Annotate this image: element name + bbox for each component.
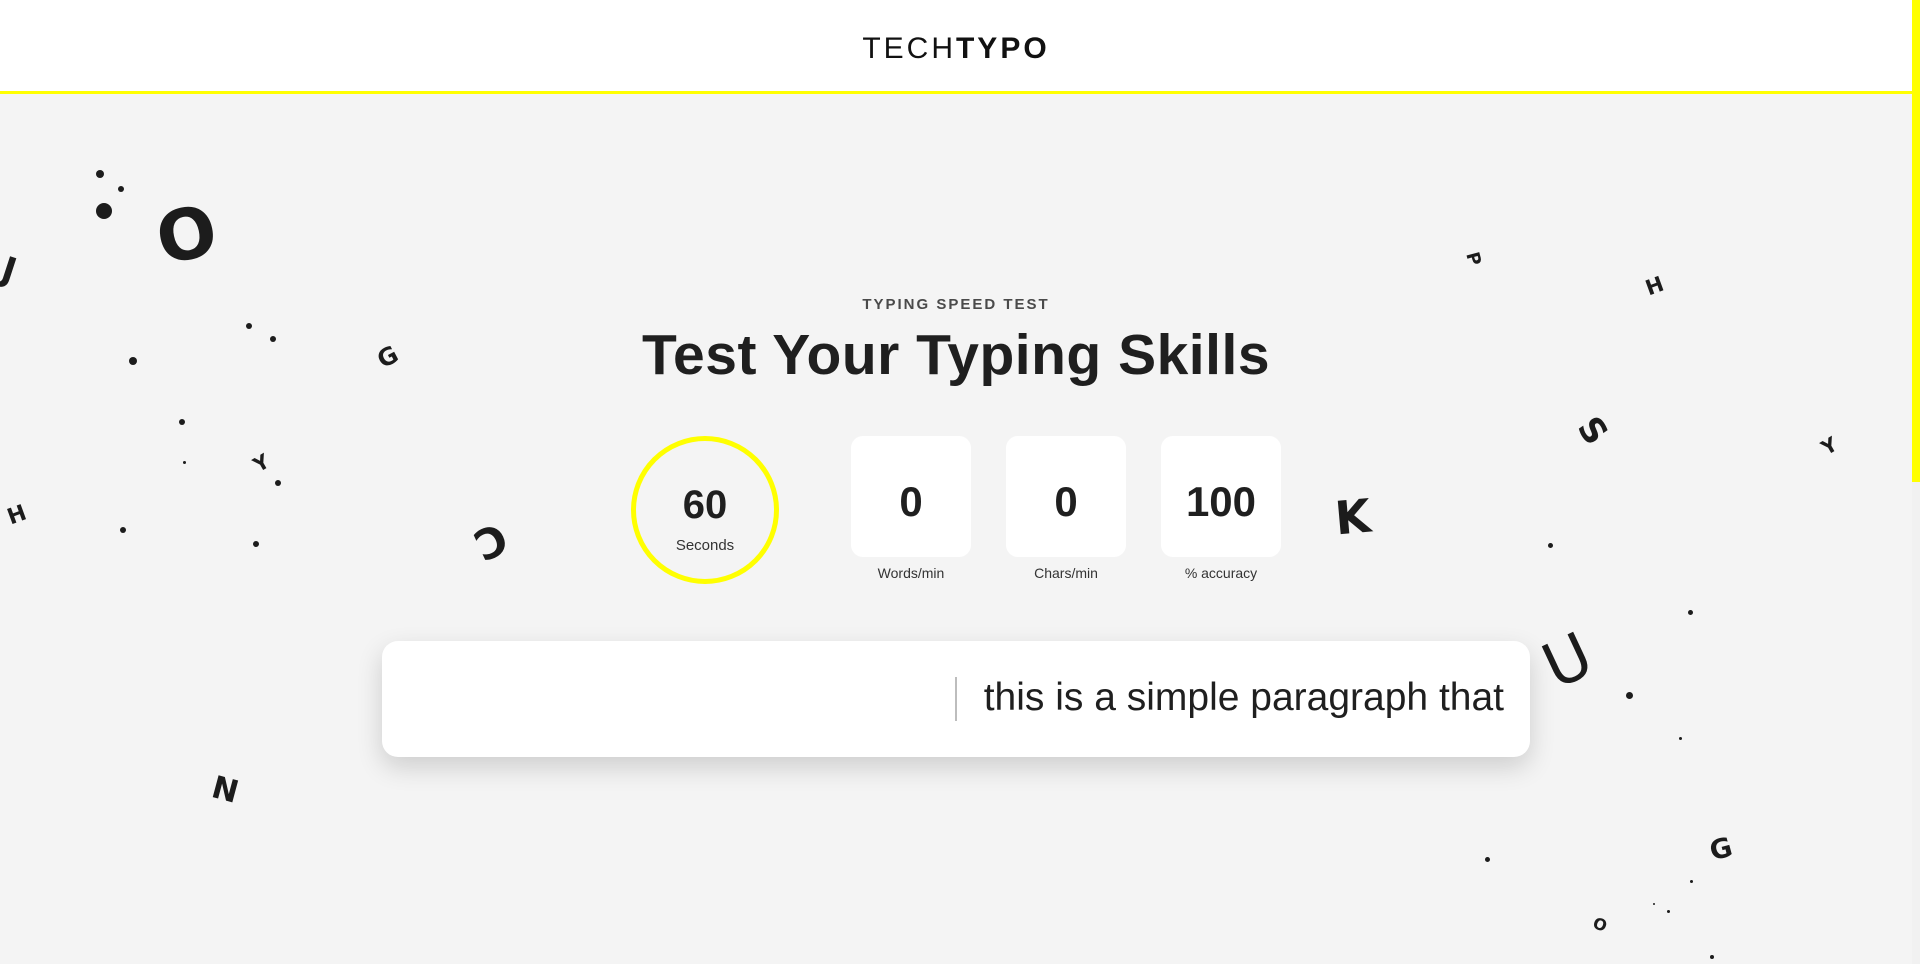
accuracy-label: % accuracy: [1184, 565, 1258, 581]
words-per-minute-label: Words/min: [877, 565, 945, 581]
accuracy-stat: 100: [1161, 436, 1281, 557]
chars-per-minute-label: Chars/min: [1034, 565, 1098, 581]
chars-per-minute-value: 0: [1054, 478, 1078, 525]
scrollbar-thumb[interactable]: [1912, 0, 1920, 482]
page-scrollbar[interactable]: [1912, 0, 1920, 964]
words-per-minute-stat: 0: [851, 436, 971, 557]
section-eyebrow: TYPING SPEED TEST: [862, 296, 1050, 313]
typing-input-area[interactable]: this is a simple paragraph that: [382, 641, 1530, 757]
page-title: Test Your Typing Skills: [641, 323, 1271, 387]
typing-test-section: TYPING SPEED TEST Test Your Typing Skill…: [0, 0, 1912, 964]
chars-per-minute-stat: 0: [1006, 436, 1126, 557]
timer-stat: 60 Seconds: [631, 436, 779, 584]
timer-label: Seconds: [675, 537, 735, 554]
timer-value: 60: [682, 483, 728, 527]
typing-test-page: TECHTYPO J O G Y H C N P H S Y K U G O T…: [0, 0, 1920, 964]
words-per-minute-value: 0: [899, 478, 923, 525]
accuracy-value: 100: [1185, 478, 1257, 525]
